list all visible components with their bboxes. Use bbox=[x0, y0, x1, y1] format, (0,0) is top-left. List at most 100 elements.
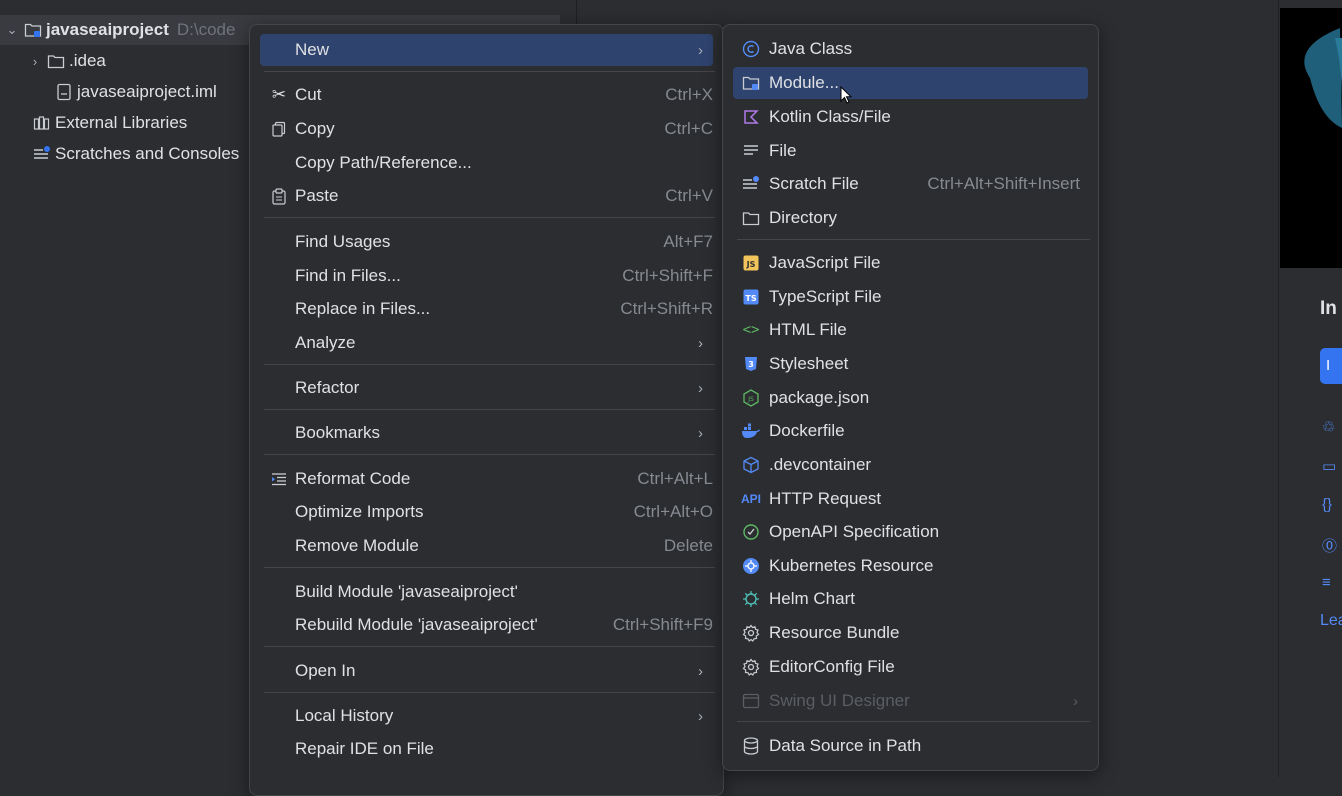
menu-item-reformat-code[interactable]: Reformat Code Ctrl+Alt+L bbox=[260, 463, 713, 495]
database-icon bbox=[741, 736, 761, 756]
chevron-right-icon: › bbox=[698, 334, 703, 352]
submenu-item-stylesheet[interactable]: 3 Stylesheet bbox=[733, 348, 1088, 380]
menu-item-label: Repair IDE on File bbox=[295, 739, 434, 758]
menu-separator bbox=[737, 721, 1090, 722]
menu-item-local-history[interactable]: Local History › bbox=[260, 700, 713, 732]
mouse-cursor-icon bbox=[840, 85, 853, 109]
submenu-item-kubernetes[interactable]: Kubernetes Resource bbox=[733, 550, 1088, 582]
menu-item-label: Swing UI Designer bbox=[769, 691, 910, 710]
submenu-item-scratch-file[interactable]: Scratch File Ctrl+Alt+Shift+Insert bbox=[733, 168, 1088, 200]
menu-item-replace-in-files[interactable]: Replace in Files... Ctrl+Shift+R bbox=[260, 293, 713, 325]
shortcut: Alt+F7 bbox=[663, 232, 713, 251]
scissors-icon: ✂ bbox=[271, 85, 287, 104]
context-menu: New › ✂ Cut Ctrl+X Copy Ctrl+C Copy Path… bbox=[249, 24, 724, 796]
submenu-item-resource-bundle[interactable]: Resource Bundle bbox=[733, 617, 1088, 649]
cube-icon bbox=[741, 455, 761, 475]
menu-item-label: Java Class bbox=[769, 39, 853, 58]
comment-icon[interactable]: ▭ bbox=[1322, 457, 1340, 475]
submenu-item-package-json[interactable]: JS package.json bbox=[733, 382, 1088, 414]
menu-item-label: Kubernetes Resource bbox=[769, 556, 934, 575]
panel-heading: In bbox=[1320, 298, 1337, 319]
help-icon[interactable]: ⓪ bbox=[1322, 535, 1340, 555]
menu-item-find-in-files[interactable]: Find in Files... Ctrl+Shift+F bbox=[260, 260, 713, 292]
tree-item-iml[interactable]: javaseaiproject.iml bbox=[50, 77, 217, 107]
menu-item-label: Find Usages bbox=[295, 232, 391, 251]
helm-icon bbox=[741, 589, 761, 609]
menu-item-label: Kotlin Class/File bbox=[769, 107, 891, 126]
submenu-item-helm-chart[interactable]: Helm Chart bbox=[733, 583, 1088, 615]
menu-item-refactor[interactable]: Refactor › bbox=[260, 372, 713, 404]
menu-item-label: Analyze bbox=[295, 333, 356, 352]
chevron-right-icon: › bbox=[698, 424, 703, 442]
primary-button[interactable]: I bbox=[1320, 348, 1342, 384]
menu-item-label: .devcontainer bbox=[769, 455, 872, 474]
svg-text:JS: JS bbox=[747, 396, 754, 403]
menu-item-label: JavaScript File bbox=[769, 253, 881, 272]
submenu-item-devcontainer[interactable]: .devcontainer bbox=[733, 449, 1088, 481]
menu-item-label: Replace in Files... bbox=[295, 299, 431, 318]
menu-item-open-in[interactable]: Open In › bbox=[260, 655, 713, 687]
menu-item-paste[interactable]: Paste Ctrl+V bbox=[260, 180, 713, 212]
submenu-item-kotlin[interactable]: Kotlin Class/File bbox=[733, 101, 1088, 133]
learn-link[interactable]: Lea bbox=[1320, 612, 1342, 630]
menu-item-label: Optimize Imports bbox=[295, 502, 424, 521]
menu-separator bbox=[264, 71, 715, 72]
submenu-item-typescript[interactable]: TS TypeScript File bbox=[733, 281, 1088, 313]
submenu-item-java-class[interactable]: Java Class bbox=[733, 33, 1088, 65]
library-icon bbox=[32, 114, 52, 132]
menu-item-label: Resource Bundle bbox=[769, 623, 900, 642]
tree-item-external-libraries[interactable]: External Libraries bbox=[28, 108, 187, 138]
chevron-right-icon: › bbox=[698, 41, 703, 59]
menu-item-label: New bbox=[295, 40, 330, 59]
api-icon: API bbox=[741, 492, 762, 506]
menu-item-repair-ide[interactable]: Repair IDE on File bbox=[260, 733, 713, 765]
submenu-item-data-source[interactable]: Data Source in Path bbox=[733, 730, 1088, 762]
chevron-right-icon[interactable]: › bbox=[28, 54, 42, 69]
shortcut: Ctrl+X bbox=[665, 85, 713, 104]
submenu-item-html[interactable]: <> HTML File bbox=[733, 314, 1088, 346]
menu-item-label: Build Module 'javaseaiproject' bbox=[295, 582, 518, 601]
menu-item-optimize-imports[interactable]: Optimize Imports Ctrl+Alt+O bbox=[260, 496, 713, 528]
shortcut: Ctrl+Alt+O bbox=[633, 502, 713, 521]
shortcut: Ctrl+Shift+F9 bbox=[612, 615, 713, 634]
menu-item-copy-path[interactable]: Copy Path/Reference... bbox=[260, 147, 713, 179]
menu-item-bookmarks[interactable]: Bookmarks › bbox=[260, 417, 713, 449]
submenu-item-directory[interactable]: Directory bbox=[733, 202, 1088, 234]
submenu-item-dockerfile[interactable]: Dockerfile bbox=[733, 415, 1088, 447]
menu-item-find-usages[interactable]: Find Usages Alt+F7 bbox=[260, 226, 713, 258]
list-icon[interactable]: ≡ bbox=[1322, 574, 1340, 592]
menu-item-cut[interactable]: ✂ Cut Ctrl+X bbox=[260, 79, 713, 111]
folder-icon bbox=[46, 52, 66, 70]
openapi-icon bbox=[741, 522, 761, 542]
braces-icon[interactable]: {} bbox=[1322, 496, 1340, 514]
submenu-item-openapi[interactable]: OpenAPI Specification bbox=[733, 516, 1088, 548]
menu-item-copy[interactable]: Copy Ctrl+C bbox=[260, 113, 713, 145]
gear-icon bbox=[741, 657, 761, 677]
kotlin-icon bbox=[741, 107, 761, 127]
menu-item-new[interactable]: New › bbox=[260, 34, 713, 66]
project-root-path: D:\code bbox=[176, 20, 236, 39]
menu-item-label: Dockerfile bbox=[769, 421, 845, 440]
chevron-right-icon: › bbox=[698, 379, 703, 397]
menu-item-label: TypeScript File bbox=[769, 287, 882, 306]
folder-icon bbox=[741, 208, 761, 228]
menu-separator bbox=[264, 217, 715, 218]
menu-item-rebuild-module[interactable]: Rebuild Module 'javaseaiproject' Ctrl+Sh… bbox=[260, 609, 713, 641]
submenu-item-module[interactable]: Module... bbox=[733, 67, 1088, 99]
recycle-icon[interactable]: ♲ bbox=[1322, 418, 1340, 436]
kubernetes-icon bbox=[741, 556, 761, 576]
submenu-item-http-request[interactable]: API HTTP Request bbox=[733, 483, 1088, 515]
typescript-icon: TS bbox=[741, 287, 761, 307]
menu-item-remove-module[interactable]: Remove Module Delete bbox=[260, 530, 713, 562]
submenu-item-file[interactable]: File bbox=[733, 135, 1088, 167]
tree-item-idea[interactable]: › .idea bbox=[28, 46, 106, 76]
submenu-item-editorconfig[interactable]: EditorConfig File bbox=[733, 651, 1088, 683]
submenu-item-javascript[interactable]: JS JavaScript File bbox=[733, 247, 1088, 279]
menu-item-analyze[interactable]: Analyze › bbox=[260, 327, 713, 359]
menu-item-build-module[interactable]: Build Module 'javaseaiproject' bbox=[260, 576, 713, 608]
menu-item-label: Stylesheet bbox=[769, 354, 849, 373]
svg-text:TS: TS bbox=[745, 294, 756, 303]
tree-item-scratches[interactable]: Scratches and Consoles bbox=[28, 139, 239, 169]
chevron-down-icon[interactable]: ⌄ bbox=[5, 22, 19, 38]
shortcut: Ctrl+V bbox=[665, 186, 713, 205]
